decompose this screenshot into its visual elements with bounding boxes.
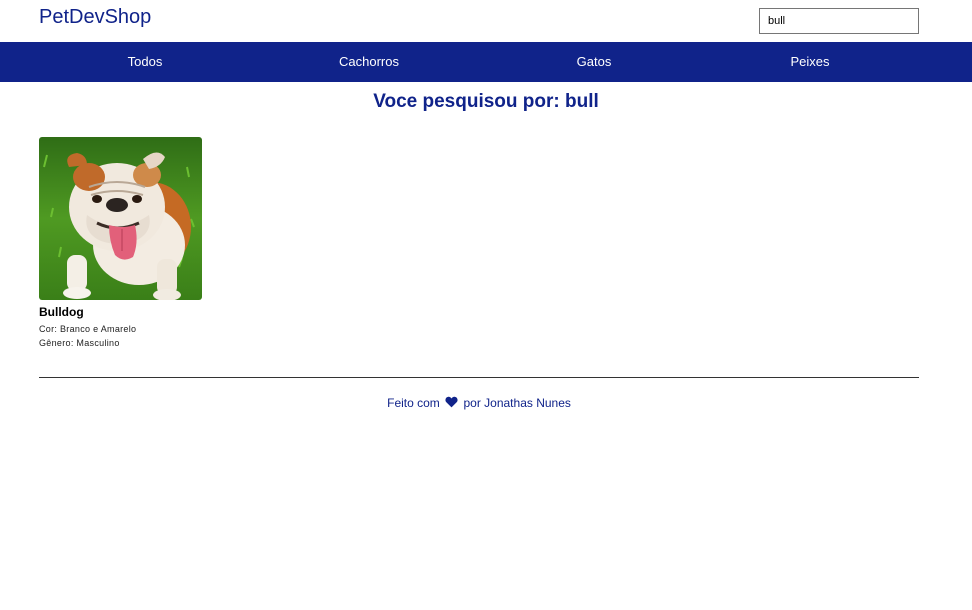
nav-item-peixes[interactable]: Peixes: [790, 42, 829, 82]
footer-divider: [39, 377, 919, 378]
product-color: Cor: Branco e Amarelo: [39, 324, 137, 334]
nav-item-todos[interactable]: Todos: [128, 42, 163, 82]
search-results-heading: Voce pesquisou por: bull: [373, 91, 599, 112]
nav-item-gatos[interactable]: Gatos: [577, 42, 612, 82]
site-logo[interactable]: PetDevShop: [39, 6, 151, 29]
product-name: Bulldog: [39, 305, 84, 319]
bulldog-photo[interactable]: [39, 137, 202, 300]
heart-icon: [445, 396, 458, 408]
category-nav: Todos Cachorros Gatos Peixes: [0, 42, 972, 82]
product-gender: Gênero: Masculino: [39, 338, 120, 348]
search-input[interactable]: [759, 8, 919, 34]
footer-prefix: Feito com: [387, 396, 440, 410]
site-header: PetDevShop: [0, 0, 972, 42]
site-footer: Feito com por Jonathas Nunes: [0, 396, 958, 410]
nav-item-cachorros[interactable]: Cachorros: [339, 42, 399, 82]
product-card[interactable]: Bulldog Cor: Branco e Amarelo Gênero: Ma…: [39, 137, 202, 348]
footer-author: por Jonathas Nunes: [463, 396, 571, 410]
